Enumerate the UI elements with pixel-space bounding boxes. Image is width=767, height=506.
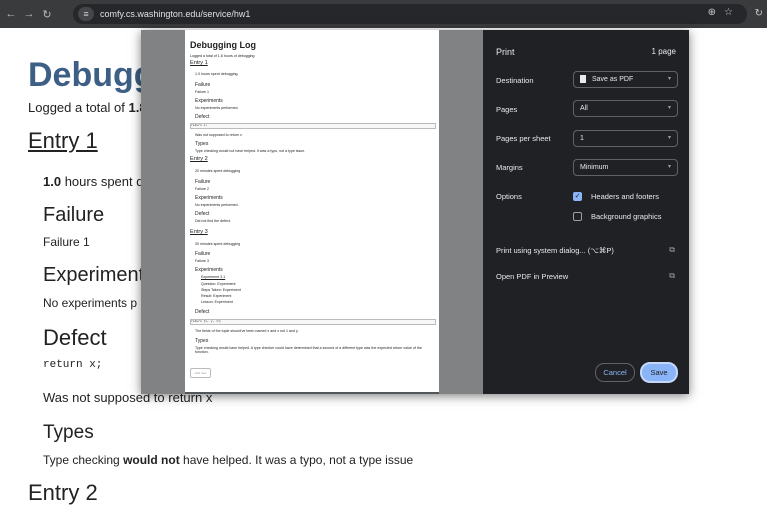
- save-button[interactable]: Save: [640, 362, 678, 383]
- entry-2-heading[interactable]: Entry 2: [28, 480, 98, 506]
- open-pdf-preview-link[interactable]: Open PDF in Preview: [496, 272, 568, 281]
- logged-total: Logged a total of 1.8: [28, 100, 147, 115]
- system-dialog-link[interactable]: Print using system dialog... (⌥⌘P): [496, 246, 614, 255]
- pages-per-sheet-select[interactable]: 1 ▾: [573, 130, 678, 147]
- preview-sheet: Debugging Log Logged a total of 1.8 hour…: [185, 30, 439, 392]
- defect-heading: Defect: [43, 325, 107, 350]
- pages-per-sheet-label: Pages per sheet: [496, 134, 551, 143]
- background-graphics-checkbox[interactable]: [573, 212, 582, 221]
- print-preview: Debugging Log Logged a total of 1.8 hour…: [141, 30, 483, 394]
- failure-text: Failure 1: [43, 235, 90, 249]
- chevron-down-icon: ▾: [667, 135, 671, 141]
- cancel-button[interactable]: Cancel: [595, 363, 635, 382]
- experiments-heading: Experiments: [43, 264, 155, 286]
- entry-1-heading[interactable]: Entry 1: [28, 128, 98, 154]
- browser-toolbar: ← → ↻ ≡ comfy.cs.washington.edu/service/…: [0, 0, 767, 28]
- destination-select[interactable]: Save as PDF ▾: [573, 71, 678, 88]
- page-title: Debugg: [28, 56, 155, 94]
- preview-logged: Logged a total of 1.8 hours of debugging: [190, 54, 255, 58]
- open-external-icon[interactable]: ⧉: [669, 271, 675, 281]
- print-dialog: Debugging Log Logged a total of 1.8 hour…: [141, 30, 689, 394]
- failure-heading: Failure: [43, 204, 105, 226]
- preview-add-button: Add new: [190, 368, 211, 378]
- pdf-icon: [580, 75, 586, 83]
- extensions-icon[interactable]: ↻: [755, 8, 763, 19]
- preview-entry-2: Entry 2: [190, 156, 208, 162]
- open-external-icon[interactable]: ⧉: [669, 245, 675, 255]
- url-text: comfy.cs.washington.edu/service/hw1: [100, 9, 251, 19]
- site-info-icon[interactable]: ≡: [78, 7, 94, 21]
- defect-code: return x;: [43, 359, 103, 371]
- pages-select[interactable]: All ▾: [573, 100, 678, 117]
- entry-1-hours: 1.0 hours spent d: [43, 174, 144, 189]
- forward-icon[interactable]: →: [22, 8, 36, 20]
- experiments-text: No experiments p: [43, 296, 138, 310]
- pages-label: Pages: [496, 105, 518, 114]
- types-text: Type checking would not have helped. It …: [43, 453, 414, 467]
- destination-label: Destination: [496, 76, 534, 85]
- types-heading: Types: [43, 422, 94, 443]
- preview-title: Debugging Log: [190, 40, 256, 50]
- preview-entry-3: Entry 3: [190, 229, 208, 235]
- options-label: Options: [496, 192, 522, 201]
- address-bar[interactable]: ≡ comfy.cs.washington.edu/service/hw1 ⊕☆: [73, 4, 747, 24]
- print-settings-panel: Print 1 page Destination Save as PDF ▾ P…: [483, 30, 689, 394]
- preview-entry-1: Entry 1: [190, 60, 208, 66]
- chevron-down-icon: ▾: [667, 164, 671, 170]
- back-icon[interactable]: ←: [4, 8, 18, 20]
- page-count: 1 page: [651, 47, 676, 56]
- background-graphics-label[interactable]: Background graphics: [591, 212, 661, 221]
- headers-footers-checkbox[interactable]: ✓: [573, 192, 582, 201]
- zoom-and-bookmark-icons[interactable]: ⊕☆: [708, 7, 741, 18]
- chevron-down-icon: ▾: [667, 76, 671, 82]
- headers-footers-label[interactable]: Headers and footers: [591, 192, 659, 201]
- reload-icon[interactable]: ↻: [40, 8, 54, 21]
- margins-label: Margins: [496, 163, 523, 172]
- print-title: Print: [496, 47, 515, 57]
- margins-select[interactable]: Minimum ▾: [573, 159, 678, 176]
- chevron-down-icon: ▾: [667, 105, 671, 111]
